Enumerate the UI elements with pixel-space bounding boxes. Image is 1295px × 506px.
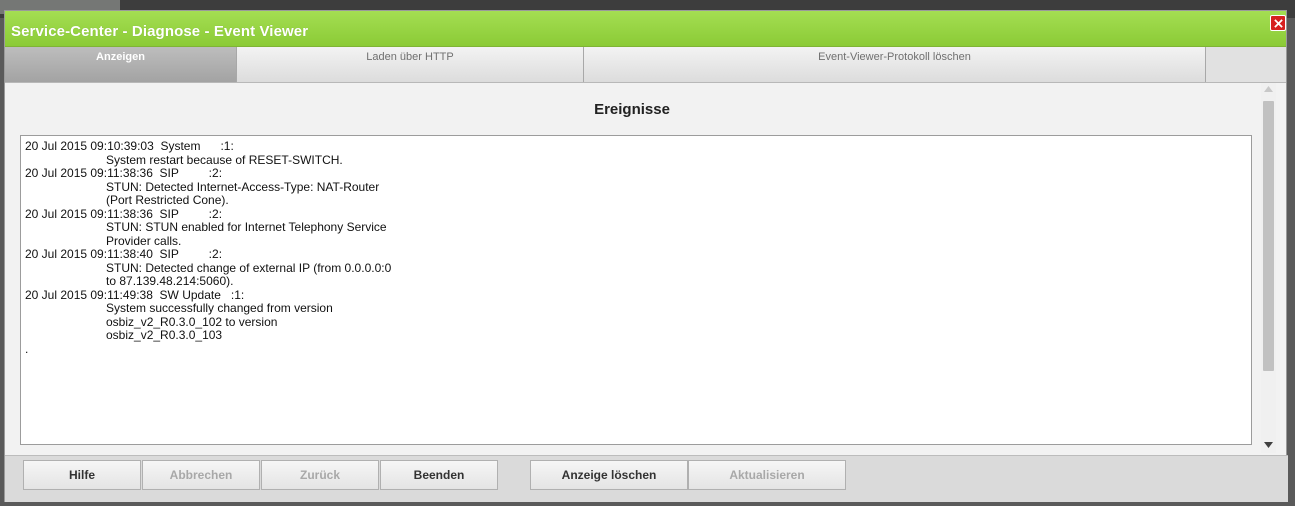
hilfe-button[interactable]: Hilfe — [23, 460, 141, 490]
log-entry-header: 20 Jul 2015 09:11:38:40 SIP :2: — [25, 247, 223, 261]
page-title: Ereignisse — [594, 101, 670, 118]
log-entry-header: 20 Jul 2015 09:11:38:36 SIP :2: — [25, 206, 223, 221]
content-area: Ereignisse 20 Jul 2015 09:10:39:03 Syste… — [5, 83, 1288, 453]
scroll-up-icon[interactable] — [1264, 85, 1273, 93]
abbrechen-button[interactable]: Abbrechen — [142, 460, 260, 490]
scrollbar-thumb[interactable] — [1263, 101, 1274, 371]
log-entry-message: STUN: STUN enabled for Internet Telephon… — [106, 220, 387, 248]
scroll-down-icon[interactable] — [1264, 441, 1273, 449]
beenden-button[interactable]: Beenden — [380, 460, 498, 490]
log-entry: 20 Jul 2015 09:10:39:03 System :1: Syste… — [25, 139, 1251, 167]
log-trailing-dot: . — [25, 341, 29, 356]
close-icon — [1273, 18, 1283, 28]
event-log[interactable]: 20 Jul 2015 09:10:39:03 System :1: Syste… — [20, 135, 1252, 445]
log-entry-message: System restart because of RESET-SWITCH. — [106, 152, 343, 167]
tab-protokoll-loeschen[interactable]: Event-Viewer-Protokoll löschen — [584, 47, 1206, 82]
log-entry: 20 Jul 2015 09:11:38:36 SIP :2: STUN: ST… — [25, 206, 1251, 249]
log-entry-header: 20 Jul 2015 09:11:38:36 SIP :2: — [25, 166, 223, 180]
button-bar: Hilfe Abbrechen Zurück Beenden Anzeige l… — [5, 455, 1288, 502]
log-entry-message: STUN: Detected change of external IP (fr… — [106, 260, 392, 288]
anzeige-loeschen-button[interactable]: Anzeige löschen — [530, 460, 688, 490]
vertical-scrollbar[interactable] — [1261, 83, 1276, 453]
log-entry: 20 Jul 2015 09:11:38:40 SIP :2: STUN: De… — [25, 247, 1251, 289]
log-entry-message: STUN: Detected Internet-Access-Type: NAT… — [106, 179, 380, 207]
zurueck-button[interactable]: Zurück — [261, 460, 379, 490]
log-entry: 20 Jul 2015 09:11:49:38 SW Update :1: Sy… — [25, 287, 1251, 343]
dialog-title: Service-Center - Diagnose - Event Viewer — [11, 23, 309, 40]
close-button[interactable] — [1270, 15, 1286, 31]
log-entry: 20 Jul 2015 09:11:38:36 SIP :2: STUN: De… — [25, 166, 1251, 208]
event-viewer-dialog: Service-Center - Diagnose - Event Viewer… — [4, 10, 1288, 502]
tab-anzeigen[interactable]: Anzeigen — [5, 47, 237, 82]
dialog-titlebar: Service-Center - Diagnose - Event Viewer — [5, 11, 1286, 47]
log-entry-header: 20 Jul 2015 09:11:49:38 SW Update :1: — [25, 287, 245, 302]
log-entry-message: System successfully changed from version… — [106, 301, 333, 342]
aktualisieren-button[interactable]: Aktualisieren — [688, 460, 846, 490]
log-entry-header: 20 Jul 2015 09:10:39:03 System :1: — [25, 139, 234, 153]
tab-bar: Anzeigen Laden über HTTP Event-Viewer-Pr… — [5, 47, 1286, 83]
tab-laden-ueber-http[interactable]: Laden über HTTP — [237, 47, 584, 82]
